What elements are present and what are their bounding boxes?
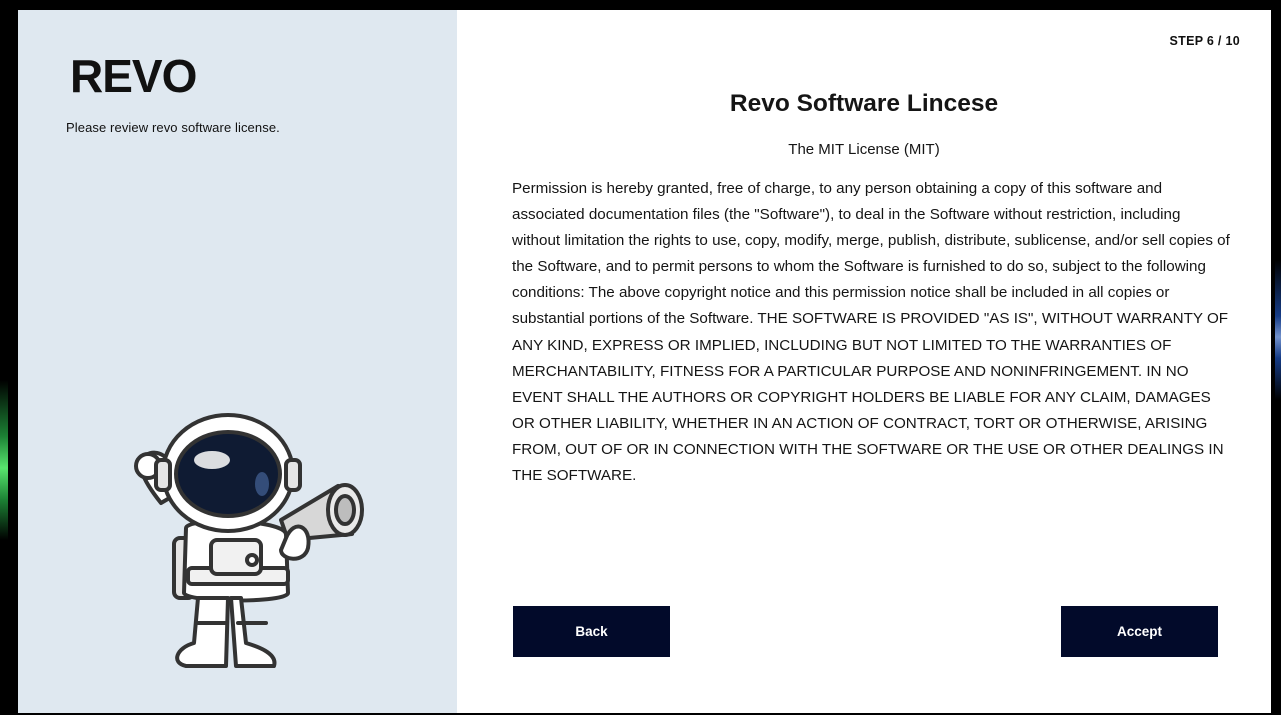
svg-text:REVO: REVO xyxy=(70,52,196,102)
accept-button[interactable]: Accept xyxy=(1061,606,1218,657)
revo-logo: REVO xyxy=(70,52,197,102)
background-glow-left xyxy=(0,380,8,540)
sidebar-subtitle: Please review revo software license. xyxy=(66,120,280,135)
installer-window: REVO Please review revo software license… xyxy=(18,10,1271,713)
sidebar: REVO Please review revo software license… xyxy=(18,10,457,713)
license-text: Permission is hereby granted, free of ch… xyxy=(512,180,1230,485)
page-title: Revo Software Lincese xyxy=(729,90,999,117)
background-glow-right xyxy=(1275,260,1281,400)
main-panel: STEP 6 / 10 Revo Software Lincese The MI… xyxy=(457,10,1271,713)
step-indicator: STEP 6 / 10 xyxy=(1169,34,1240,48)
astronaut-illustration xyxy=(134,413,364,668)
license-name: The MIT License (MIT) xyxy=(788,141,940,158)
back-button[interactable]: Back xyxy=(513,606,670,657)
